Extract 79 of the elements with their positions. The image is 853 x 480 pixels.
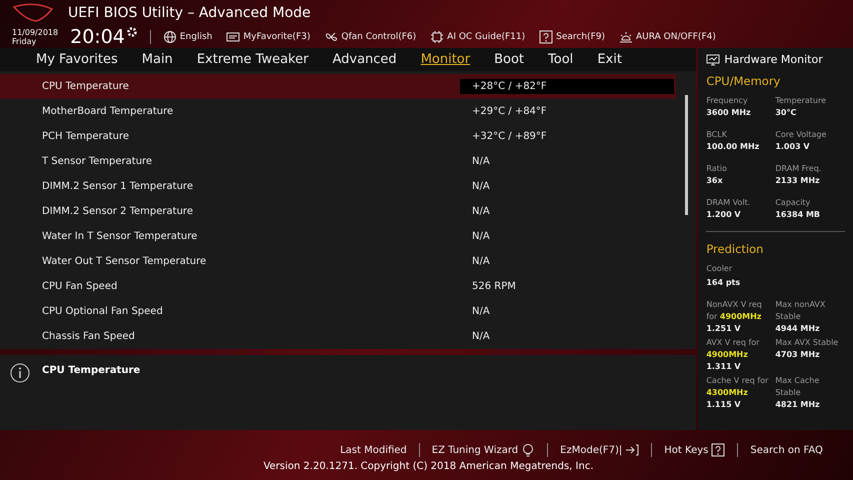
monitor-row[interactable]: MotherBoard Temperature +29°C / +84°F — [0, 98, 676, 124]
stat-value: 30°C — [775, 107, 798, 119]
logo-icon — [12, 3, 54, 23]
stat-value: 1.311 V — [706, 361, 742, 373]
stat-value: 4944 MHz — [775, 323, 821, 335]
tab[interactable]: My Favorites — [24, 52, 130, 67]
scrollbar[interactable] — [685, 94, 688, 215]
chip-icon — [430, 30, 444, 44]
clock-time: 20:04 — [70, 26, 125, 48]
stat-label: Cooler — [706, 263, 734, 275]
stat-label: Core Voltage — [775, 129, 828, 141]
toolbar-button[interactable]: Search(F9) — [539, 30, 605, 44]
tab[interactable]: Monitor — [408, 52, 482, 67]
monitor-icon — [706, 54, 720, 66]
tab[interactable]: Tool — [536, 52, 586, 67]
stat-label: AVX V req for 4900MHz — [706, 337, 760, 361]
monitor-row[interactable]: PCH Temperature +32°C / +89°F — [0, 124, 676, 149]
toolbar-button[interactable]: English — [162, 30, 212, 44]
toolbar-button[interactable]: MyFavorite(F3) — [226, 30, 310, 44]
section-title: CPU/Memory — [706, 74, 782, 88]
footer-button[interactable]: Search on FAQ — [750, 444, 823, 456]
copyright-text: Version 2.20.1271. Copyright (C) 2018 American Megatrends, Inc. — [263, 461, 594, 472]
footer-button[interactable]: Last Modified — [340, 444, 407, 456]
window-title: UEFI BIOS Utility – Advanced Mode — [68, 5, 311, 21]
tab[interactable]: Boot — [482, 52, 536, 67]
exit-icon — [625, 443, 640, 457]
toolbar-button[interactable]: AURA ON/OFF(F4) — [619, 30, 716, 44]
stat-value: 4821 MHz — [775, 399, 821, 411]
monitor-row[interactable]: DIMM.2 Sensor 1 Temperature N/A — [0, 174, 676, 199]
monitor-row[interactable]: Water Out T Sensor Temperature N/A — [0, 248, 676, 274]
help-text: CPU Temperature — [42, 364, 140, 376]
monitor-row[interactable]: Water In T Sensor Temperature N/A — [0, 224, 676, 249]
section-title: Prediction — [706, 242, 764, 256]
stat-label: Frequency — [706, 95, 749, 107]
tab[interactable]: Exit — [585, 52, 634, 67]
stat-value: 164 pts — [706, 277, 742, 289]
monitor-row[interactable]: Chassis Fan Speed N/A — [0, 324, 676, 349]
stat-label: Max AVX Stable — [775, 337, 840, 349]
monitor-row[interactable]: T Sensor Temperature N/A — [0, 148, 676, 174]
monitor-row[interactable]: CPU Optional Fan Speed N/A — [0, 298, 676, 324]
list-icon — [226, 30, 240, 44]
stat-value: 2133 MHz — [775, 175, 821, 187]
question-icon — [711, 443, 726, 457]
stat-label: Ratio — [706, 163, 728, 175]
tab[interactable]: Advanced — [320, 52, 409, 67]
globe-icon — [162, 30, 177, 44]
stat-value: 3600 MHz — [706, 107, 752, 119]
monitor-row[interactable]: CPU Fan Speed 526 RPM — [0, 274, 676, 299]
stat-label: Max Cache Stable — [775, 375, 820, 399]
toolbar-button[interactable]: AI OC Guide(F11) — [430, 30, 526, 44]
info-icon — [10, 362, 30, 383]
stat-value: 100.00 MHz — [706, 141, 760, 153]
footer-button[interactable]: EZ Tuning Wizard — [432, 443, 536, 457]
tab[interactable]: Main — [130, 52, 185, 67]
question-icon — [539, 30, 554, 44]
stat-value: 1.251 V — [706, 323, 742, 335]
stat-value: 1.200 V — [706, 209, 742, 221]
stat-label: Cache V req for 4300MHz — [706, 375, 770, 399]
stat-label: Temperature — [775, 95, 828, 107]
monitor-row[interactable]: DIMM.2 Sensor 2 Temperature N/A — [0, 198, 676, 224]
date-text: 11/09/2018 Friday — [12, 28, 58, 46]
stat-value: 1.003 V — [775, 141, 811, 153]
stat-value: 1.115 V — [706, 399, 742, 411]
toolbar-button[interactable]: Qfan Control(F6) — [324, 30, 416, 44]
stat-value: 36x — [706, 175, 724, 187]
stat-label: DRAM Freq. — [775, 163, 822, 175]
stat-label: Capacity — [775, 197, 812, 209]
tab[interactable]: Extreme Tweaker — [184, 52, 320, 67]
stat-label: NonAVX V req for 4900MHz — [706, 299, 763, 323]
lightbulb-icon — [521, 443, 536, 457]
panel-title: Hardware Monitor — [724, 53, 823, 66]
stat-label: DRAM Volt. — [706, 197, 752, 209]
stat-label: BCLK — [706, 129, 728, 141]
footer-button[interactable]: EzMode(F7)| — [560, 443, 640, 457]
stat-value: 4703 MHz — [775, 349, 821, 361]
monitor-row[interactable]: CPU Temperature +28°C / +82°F — [0, 74, 676, 99]
footer-button[interactable]: Hot Keys — [664, 443, 726, 457]
stat-value: 16384 MB — [775, 209, 822, 221]
stat-label: Max nonAVX Stable — [775, 299, 826, 323]
